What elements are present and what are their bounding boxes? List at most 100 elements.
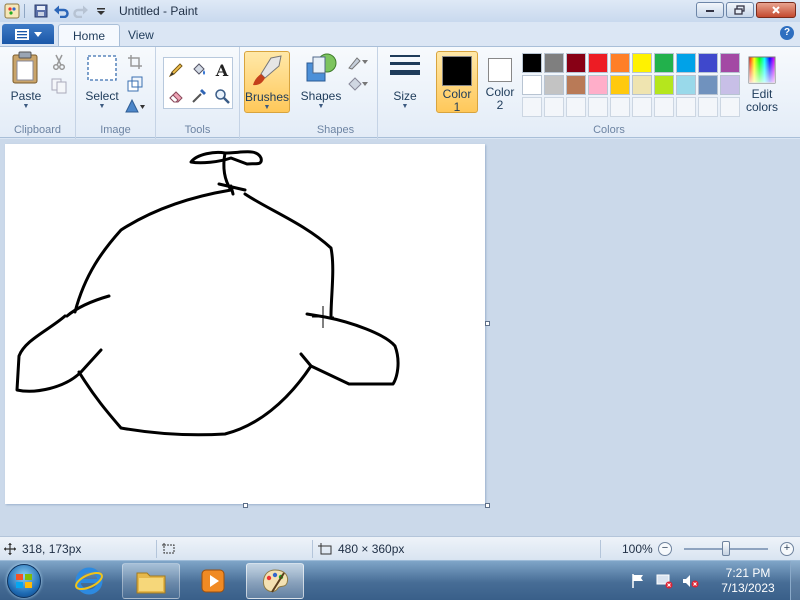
custom-color-slot[interactable]: [566, 97, 586, 117]
palette-swatch[interactable]: [566, 53, 586, 73]
custom-color-slot[interactable]: [720, 97, 740, 117]
custom-color-slot[interactable]: [632, 97, 652, 117]
redo-icon[interactable]: [71, 1, 91, 21]
fill-bucket-icon[interactable]: [188, 59, 210, 81]
palette-swatch[interactable]: [610, 53, 630, 73]
image-group-label: Image: [100, 124, 131, 136]
text-tool-icon[interactable]: A: [211, 59, 233, 81]
shapes-button[interactable]: Shapes ▼: [300, 51, 342, 111]
resize-handle-corner[interactable]: [485, 503, 490, 508]
chevron-down-icon: ▼: [98, 103, 106, 110]
help-icon[interactable]: ?: [780, 26, 794, 40]
brushes-group: [240, 47, 294, 139]
cursor-position-text: 318, 173px: [22, 542, 82, 556]
status-divider: [156, 540, 157, 558]
image-group: Select ▼ Image: [76, 47, 156, 139]
resize-handle-right[interactable]: [485, 321, 490, 326]
custom-color-slot[interactable]: [588, 97, 608, 117]
close-button[interactable]: [756, 2, 796, 18]
custom-color-slot[interactable]: [676, 97, 696, 117]
palette-swatch[interactable]: [676, 53, 696, 73]
palette-swatch[interactable]: [544, 53, 564, 73]
palette-swatch[interactable]: [676, 75, 696, 95]
palette-swatch[interactable]: [698, 75, 718, 95]
shapes-icon: [306, 53, 337, 82]
customize-quick-access-icon[interactable]: [91, 1, 111, 21]
drawing-canvas[interactable]: [5, 144, 485, 504]
color-picker-icon[interactable]: [188, 85, 210, 107]
zoom-in-button[interactable]: +: [780, 542, 794, 556]
taskbar-paint[interactable]: [246, 563, 304, 599]
volume-muted-icon[interactable]: [682, 573, 700, 589]
drawing: [15, 150, 400, 437]
paint-app-icon[interactable]: [2, 1, 22, 21]
palette-swatch[interactable]: [632, 75, 652, 95]
custom-color-slot[interactable]: [654, 97, 674, 117]
status-divider: [600, 540, 601, 558]
palette-swatch[interactable]: [698, 53, 718, 73]
palette-swatch[interactable]: [588, 75, 608, 95]
cut-icon[interactable]: [48, 51, 70, 73]
palette-swatch[interactable]: [544, 75, 564, 95]
rotate-icon[interactable]: [124, 95, 146, 117]
zoom-level-text: 100%: [622, 542, 653, 556]
tab-view[interactable]: View: [114, 24, 168, 46]
action-center-flag-icon[interactable]: [630, 573, 646, 589]
workspace[interactable]: [0, 139, 800, 536]
resize-handle-bottom[interactable]: [243, 503, 248, 508]
menu-icon: [14, 28, 29, 40]
maximize-button[interactable]: [726, 2, 754, 18]
ribbon-tabs: Home View ?: [0, 22, 800, 46]
minimize-button[interactable]: [696, 2, 724, 18]
save-icon[interactable]: [31, 1, 51, 21]
chevron-down-icon: ▼: [22, 103, 30, 110]
canvas-size-icon: [318, 543, 332, 555]
size-button[interactable]: Size ▼: [386, 51, 424, 111]
taskbar-media-player[interactable]: [184, 563, 242, 599]
palette-swatch[interactable]: [632, 53, 652, 73]
outline-icon[interactable]: [344, 51, 372, 73]
resize-icon[interactable]: [124, 73, 146, 95]
undo-icon[interactable]: [51, 1, 71, 21]
system-tray: 7:21 PM 7/13/2023: [630, 561, 800, 600]
select-icon: [87, 55, 117, 81]
shapes-label: Shapes: [300, 89, 342, 103]
size-label: Size: [393, 89, 417, 103]
select-button[interactable]: Select ▼: [82, 51, 122, 111]
start-button[interactable]: [2, 562, 46, 600]
fill-icon[interactable]: [344, 73, 372, 95]
paste-button[interactable]: Paste ▼: [6, 51, 46, 111]
palette-swatch[interactable]: [654, 75, 674, 95]
palette-swatch[interactable]: [610, 75, 630, 95]
palette-swatch[interactable]: [720, 53, 740, 73]
clock[interactable]: 7:21 PM 7/13/2023: [710, 566, 786, 596]
tab-home[interactable]: Home: [58, 24, 121, 46]
custom-color-slot[interactable]: [610, 97, 630, 117]
zoom-out-button[interactable]: −: [658, 542, 672, 556]
cursor-position: 318, 173px: [4, 537, 81, 561]
taskbar-file-explorer[interactable]: [122, 563, 180, 599]
show-desktop-button[interactable]: [790, 561, 800, 600]
eraser-icon[interactable]: [165, 85, 187, 107]
palette-swatch[interactable]: [588, 53, 608, 73]
canvas-size-text: 480 × 360px: [338, 542, 405, 556]
copy-icon[interactable]: [48, 75, 70, 97]
pencil-icon[interactable]: [165, 59, 187, 81]
paint-menu-button[interactable]: [2, 24, 54, 44]
crop-icon[interactable]: [124, 51, 146, 73]
window-controls: [696, 2, 796, 18]
custom-color-slot[interactable]: [698, 97, 718, 117]
palette-swatch[interactable]: [566, 75, 586, 95]
move-icon: [4, 543, 16, 555]
zoom-slider-thumb[interactable]: [722, 541, 730, 556]
palette-swatch[interactable]: [720, 75, 740, 95]
palette-swatch[interactable]: [522, 53, 542, 73]
palette-swatch[interactable]: [522, 75, 542, 95]
network-icon[interactable]: [656, 573, 674, 589]
ribbon: Paste ▼ Clipboard Select ▼ Image A Tools…: [0, 46, 800, 139]
magnifier-icon[interactable]: [211, 85, 233, 107]
custom-color-slot[interactable]: [522, 97, 542, 117]
custom-color-slot[interactable]: [544, 97, 564, 117]
taskbar-internet-explorer[interactable]: [60, 563, 118, 599]
palette-swatch[interactable]: [654, 53, 674, 73]
